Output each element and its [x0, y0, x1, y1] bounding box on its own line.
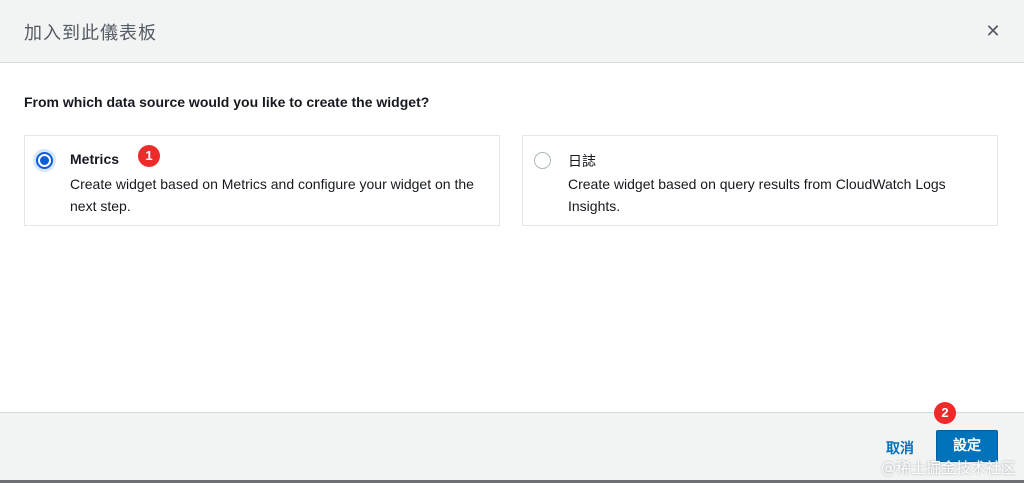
metrics-radio[interactable]	[36, 152, 53, 169]
logs-option-title: 日誌	[568, 154, 596, 170]
modal-header: 加入到此儀表板 ✕	[0, 0, 1024, 63]
logs-radio[interactable]	[534, 152, 551, 169]
annotation-badge-2: 2	[934, 402, 956, 424]
annotation-badge-1: 1	[138, 145, 160, 167]
modal-title: 加入到此儀表板	[24, 23, 157, 44]
logs-option-description: Create widget based on query results fro…	[568, 176, 946, 214]
data-source-question: From which data source would you like to…	[24, 94, 430, 110]
modal-footer	[0, 412, 1024, 483]
metrics-option-description: Create widget based on Metrics and confi…	[70, 176, 474, 214]
cancel-button[interactable]: 取消	[886, 438, 914, 458]
close-icon[interactable]: ✕	[984, 22, 1002, 40]
option-metrics-tile[interactable]: Metrics Create widget based on Metrics a…	[24, 135, 500, 226]
watermark: @稀土掘金技术社区	[880, 459, 1016, 477]
option-logs-tile[interactable]: 日誌 Create widget based on query results …	[522, 135, 998, 226]
metrics-option-title: Metrics	[70, 151, 120, 167]
